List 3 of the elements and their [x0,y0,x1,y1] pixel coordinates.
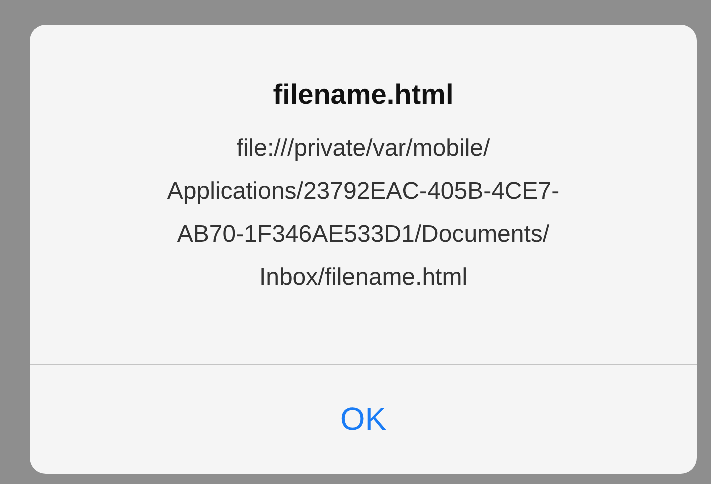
alert-title: filename.html [273,79,454,111]
alert-message: file:///private/var/mobile/ Applications/23792EAC-405B-4CE7- AB70-1F346AE533D1/Documents/ Inbox/filename.html [167,134,560,293]
ok-button[interactable]: OK [30,365,697,474]
